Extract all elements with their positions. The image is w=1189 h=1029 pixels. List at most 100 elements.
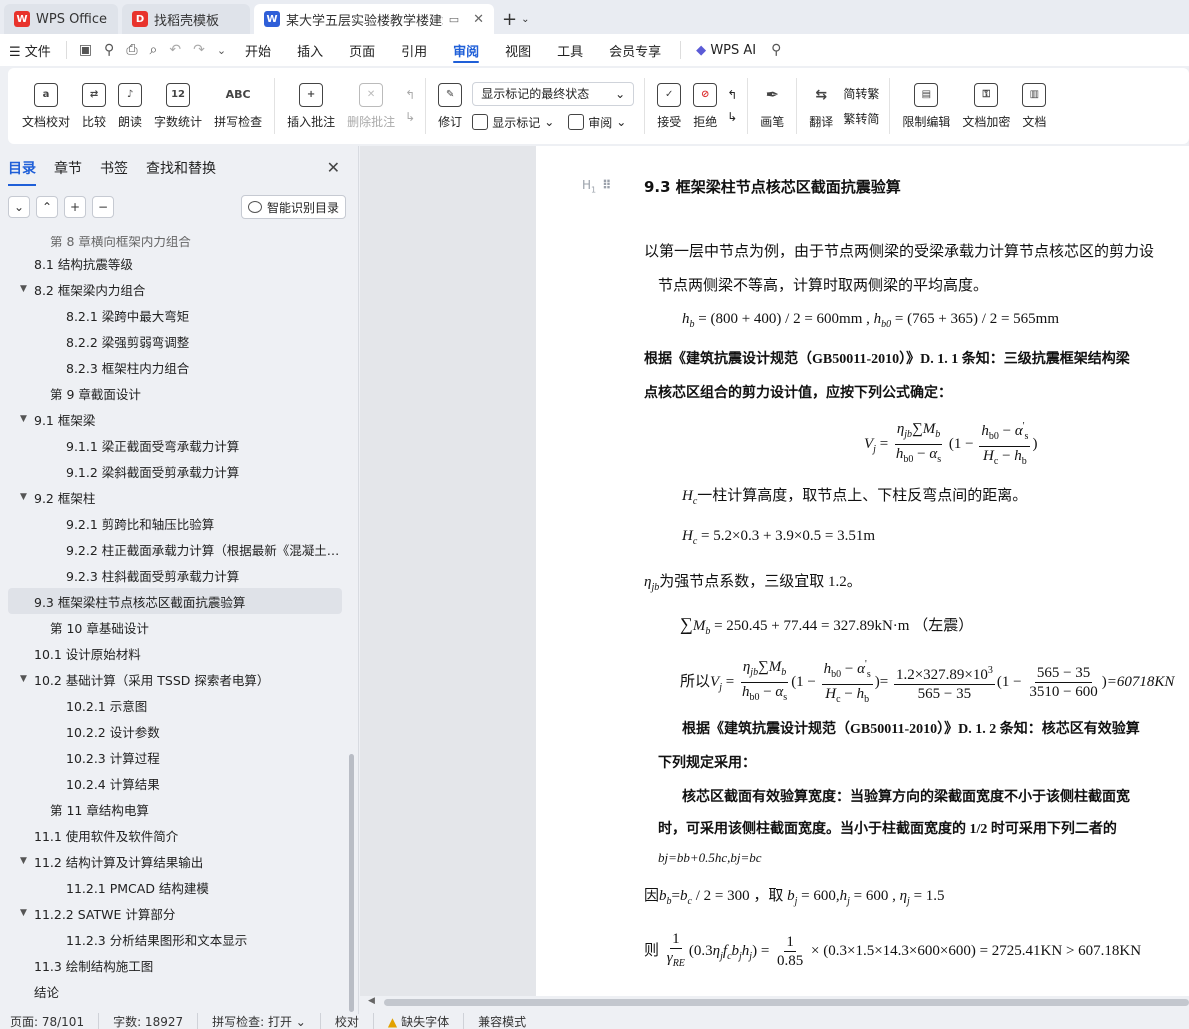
menu-tab-start[interactable]: 开始 bbox=[232, 34, 284, 66]
remove-heading-icon[interactable]: − bbox=[92, 196, 114, 218]
toc-item[interactable]: 11.2.3 分析结果图形和文本显示 bbox=[0, 926, 350, 952]
smart-toc-button[interactable]: 智能识别目录 bbox=[240, 195, 346, 219]
file-menu[interactable]: ☰ 文件 bbox=[0, 41, 60, 60]
previous-change-icon[interactable]: ↰ bbox=[727, 88, 737, 102]
save-icon[interactable]: ▣ bbox=[73, 42, 98, 58]
show-markup-button[interactable]: 显示标记 ⌄ bbox=[472, 114, 554, 131]
expand-arrow-icon[interactable]: ▼ bbox=[20, 414, 27, 424]
window-preview-icon[interactable]: ▭ bbox=[449, 13, 459, 26]
more-chevron-icon[interactable]: ⌄ bbox=[211, 44, 232, 57]
toc-item[interactable]: ▼ 9.1 框架梁 bbox=[0, 406, 350, 432]
close-tab-icon[interactable]: ✕ bbox=[473, 12, 484, 27]
toc-item[interactable]: 第 10 章基础设计 bbox=[0, 614, 350, 640]
menu-tab-page[interactable]: 页面 bbox=[336, 34, 388, 66]
toc-item[interactable]: 10.1 设计原始材料 bbox=[0, 640, 350, 666]
share-icon[interactable]: ⚲ bbox=[98, 42, 120, 58]
undo-icon[interactable]: ↶ bbox=[163, 42, 187, 58]
toc-item[interactable]: 第 11 章结构电算 bbox=[0, 796, 350, 822]
toc-item[interactable]: ▼ 8.2 框架梁内力组合 bbox=[0, 276, 350, 302]
tab-wps-office[interactable]: W WPS Office bbox=[4, 4, 118, 34]
scroll-left-icon[interactable]: ◀ bbox=[368, 996, 375, 1006]
print-icon[interactable]: ⎙ bbox=[120, 42, 143, 58]
to-traditional-button[interactable]: 简转繁 bbox=[843, 85, 879, 102]
previous-comment-icon[interactable]: ↰ bbox=[405, 88, 415, 102]
toc-item[interactable]: 10.2.3 计算过程 bbox=[0, 744, 350, 770]
spell-check-indicator[interactable]: 拼写检查: 打开 ⌄ bbox=[212, 1013, 321, 1029]
tab-document[interactable]: W 某大学五层实验楼教学楼建筑 ▭ ✕ bbox=[254, 4, 494, 34]
toc-item[interactable]: 10.2.1 示意图 bbox=[0, 692, 350, 718]
toc-item[interactable]: ▼ 11.2 结构计算及计算结果输出 bbox=[0, 848, 350, 874]
toc-item[interactable]: 9.1.1 梁正截面受弯承载力计算 bbox=[0, 432, 350, 458]
reject-button[interactable]: ⊘ 拒绝 bbox=[687, 68, 723, 144]
document-page[interactable]: H1 ⠿ 9.3 框架梁柱节点核芯区截面抗震验算 以第一层中节点为例，由于节点两侧… bbox=[536, 146, 1189, 996]
toc-item[interactable]: 9.1.2 梁斜截面受剪承载力计算 bbox=[0, 458, 350, 484]
markup-state-dropdown[interactable]: 显示标记的最终状态 ⌄ bbox=[472, 81, 635, 106]
toc-item[interactable]: 9.2.1 剪跨比和轴压比验算 bbox=[0, 510, 350, 536]
search-icon[interactable]: ⚲ bbox=[765, 42, 787, 58]
menu-tab-insert[interactable]: 插入 bbox=[284, 34, 336, 66]
toc-item[interactable]: 11.1 使用软件及软件简介 bbox=[0, 822, 350, 848]
nav-tab-toc[interactable]: 目录 bbox=[8, 158, 36, 186]
read-aloud-button[interactable]: ♪ 朗读 bbox=[112, 68, 148, 144]
translate-button[interactable]: ⇆ 翻译 bbox=[803, 68, 839, 144]
toc-item[interactable]: ▼ 9.2 框架柱 bbox=[0, 484, 350, 510]
expand-up-icon[interactable]: ⌃ bbox=[36, 196, 58, 218]
menu-tab-view[interactable]: 视图 bbox=[492, 34, 544, 66]
menu-tab-reference[interactable]: 引用 bbox=[388, 34, 440, 66]
heading-marker[interactable]: H1 ⠿ bbox=[582, 178, 612, 194]
print-preview-icon[interactable]: ⌕ bbox=[144, 42, 164, 58]
menu-tab-member[interactable]: 会员专享 bbox=[596, 34, 674, 66]
toc-item[interactable]: ▼ 10.2 基础计算（采用 TSSD 探索者电算） bbox=[0, 666, 350, 692]
proof-indicator[interactable]: 校对 bbox=[335, 1013, 374, 1029]
toc-item[interactable]: 第 8 章横向框架内力组合 bbox=[0, 236, 350, 250]
nav-scrollbar[interactable] bbox=[349, 754, 354, 1012]
proofread-button[interactable]: a 文档校对 bbox=[16, 68, 76, 144]
close-pane-icon[interactable]: ✕ bbox=[327, 158, 340, 177]
nav-tab-bookmarks[interactable]: 书签 bbox=[100, 158, 128, 178]
review-pane-button[interactable]: 审阅 ⌄ bbox=[568, 114, 626, 131]
to-simplified-button[interactable]: 繁转简 bbox=[843, 110, 879, 127]
missing-font-indicator[interactable]: ▲ 缺失字体 bbox=[388, 1013, 465, 1029]
toc-item[interactable]: ▼ 11.2.2 SATWE 计算部分 bbox=[0, 900, 350, 926]
toc-item[interactable]: 9.2.2 柱正截面承载力计算（根据最新《混凝土… bbox=[0, 536, 350, 562]
doc-more-button[interactable]: ▥ 文档 bbox=[1016, 68, 1052, 144]
add-heading-icon[interactable]: + bbox=[64, 196, 86, 218]
compare-button[interactable]: ⇄ 比较 bbox=[76, 68, 112, 144]
toc-item[interactable]: 8.2.3 框架柱内力组合 bbox=[0, 354, 350, 380]
toc-item[interactable]: 9.2.3 柱斜截面受剪承载力计算 bbox=[0, 562, 350, 588]
scroll-thumb[interactable] bbox=[384, 999, 1189, 1006]
toc-item[interactable]: 11.3 绘制结构施工图 bbox=[0, 952, 350, 978]
expand-arrow-icon[interactable]: ▼ bbox=[20, 856, 27, 866]
toc-item[interactable]: 9.3 框架梁柱节点核芯区截面抗震验算 bbox=[8, 588, 342, 614]
toc-item[interactable]: 10.2.4 计算结果 bbox=[0, 770, 350, 796]
toc-item[interactable]: 第 9 章截面设计 bbox=[0, 380, 350, 406]
encrypt-button[interactable]: ⚿ 文档加密 bbox=[956, 68, 1016, 144]
menu-tab-review[interactable]: 审阅 bbox=[440, 34, 492, 66]
toc-item[interactable]: 8.2.2 梁强剪弱弯调整 bbox=[0, 328, 350, 354]
menu-tab-tools[interactable]: 工具 bbox=[544, 34, 596, 66]
word-count-indicator[interactable]: 字数: 18927 bbox=[113, 1013, 199, 1029]
new-tab-button[interactable]: + ⌄ bbox=[494, 4, 537, 34]
toc-item[interactable]: 8.2.1 梁跨中最大弯矩 bbox=[0, 302, 350, 328]
toc-item[interactable]: 10.2.2 设计参数 bbox=[0, 718, 350, 744]
horizontal-scrollbar[interactable]: ◀ bbox=[360, 996, 1189, 1010]
tab-daoke-templates[interactable]: D 找稻壳模板 bbox=[122, 4, 250, 34]
next-change-icon[interactable]: ↳ bbox=[727, 110, 737, 124]
page-indicator[interactable]: 页面: 78/101 bbox=[10, 1013, 100, 1029]
collapse-all-icon[interactable]: ⌄ bbox=[8, 196, 30, 218]
toc-item[interactable]: 11.2.1 PMCAD 结构建模 bbox=[0, 874, 350, 900]
insert-comment-button[interactable]: + 插入批注 bbox=[281, 68, 341, 144]
toc-item[interactable]: 8.1 结构抗震等级 bbox=[0, 250, 350, 276]
word-count-button[interactable]: 12 字数统计 bbox=[148, 68, 208, 144]
wps-ai-button[interactable]: ◆ WPS AI bbox=[687, 43, 765, 58]
next-comment-icon[interactable]: ↳ bbox=[405, 110, 415, 124]
toc-item[interactable]: 结论 bbox=[0, 978, 350, 1004]
ink-button[interactable]: ✒ 画笔 bbox=[754, 68, 790, 144]
track-changes-button[interactable]: ✎ 修订 bbox=[432, 68, 468, 144]
delete-comment-button[interactable]: ✕ 删除批注 bbox=[341, 68, 401, 144]
accept-button[interactable]: ✓ 接受 bbox=[651, 68, 687, 144]
spell-check-button[interactable]: ABC 拼写检查 bbox=[208, 68, 268, 144]
expand-arrow-icon[interactable]: ▼ bbox=[20, 908, 27, 918]
restrict-edit-button[interactable]: ▤ 限制编辑 bbox=[896, 68, 956, 144]
expand-arrow-icon[interactable]: ▼ bbox=[20, 284, 27, 294]
